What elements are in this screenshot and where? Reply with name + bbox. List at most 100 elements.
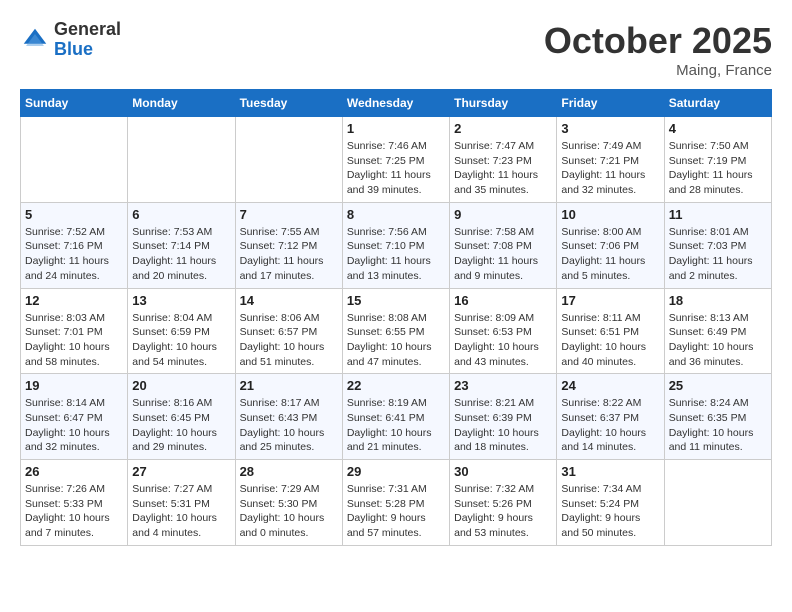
calendar-cell [664, 460, 771, 546]
day-info: Sunrise: 7:31 AM Sunset: 5:28 PM Dayligh… [347, 482, 445, 541]
day-number: 19 [25, 378, 123, 393]
day-info: Sunrise: 7:56 AM Sunset: 7:10 PM Dayligh… [347, 225, 445, 284]
calendar-table: Sunday Monday Tuesday Wednesday Thursday… [20, 89, 772, 546]
calendar-cell: 16 Sunrise: 8:09 AM Sunset: 6:53 PM Dayli… [450, 288, 557, 374]
calendar-cell: 25Sunrise: 8:24 AM Sunset: 6:35 PM Dayli… [664, 374, 771, 460]
week-row-4: 19 Sunrise: 8:14 AM Sunset: 6:47 PM Dayli… [21, 374, 772, 460]
calendar-cell: 1Sunrise: 7:46 AM Sunset: 7:25 PM Daylig… [342, 117, 449, 203]
day-number: 9 [454, 207, 552, 222]
week-row-5: 26 Sunrise: 7:26 AM Sunset: 5:33 PM Dayli… [21, 460, 772, 546]
logo-blue-text: Blue [54, 40, 121, 60]
day-number: 2 [454, 121, 552, 136]
calendar-cell: 10 Sunrise: 8:00 AM Sunset: 7:06 PM Dayli… [557, 202, 664, 288]
day-number: 13 [132, 293, 230, 308]
day-info: Sunrise: 8:06 AM Sunset: 6:57 PM Dayligh… [240, 311, 338, 370]
col-tuesday: Tuesday [235, 90, 342, 117]
calendar-cell: 14 Sunrise: 8:06 AM Sunset: 6:57 PM Dayli… [235, 288, 342, 374]
day-number: 27 [132, 464, 230, 479]
calendar-cell: 31 Sunrise: 7:34 AM Sunset: 5:24 PM Dayli… [557, 460, 664, 546]
day-number: 15 [347, 293, 445, 308]
calendar-cell: 13Sunrise: 8:04 AM Sunset: 6:59 PM Dayli… [128, 288, 235, 374]
day-number: 16 [454, 293, 552, 308]
col-monday: Monday [128, 90, 235, 117]
week-row-1: 1Sunrise: 7:46 AM Sunset: 7:25 PM Daylig… [21, 117, 772, 203]
day-number: 12 [25, 293, 123, 308]
month-title: October 2025 [544, 20, 772, 62]
page-header: General Blue October 2025 Maing, France [20, 20, 772, 79]
day-number: 17 [561, 293, 659, 308]
col-sunday: Sunday [21, 90, 128, 117]
calendar-cell: 7 Sunrise: 7:55 AM Sunset: 7:12 PM Daylig… [235, 202, 342, 288]
day-number: 26 [25, 464, 123, 479]
calendar-cell: 23Sunrise: 8:21 AM Sunset: 6:39 PM Dayli… [450, 374, 557, 460]
calendar-cell: 15 Sunrise: 8:08 AM Sunset: 6:55 PM Dayli… [342, 288, 449, 374]
calendar-cell: 30Sunrise: 7:32 AM Sunset: 5:26 PM Dayli… [450, 460, 557, 546]
day-number: 8 [347, 207, 445, 222]
col-wednesday: Wednesday [342, 90, 449, 117]
col-saturday: Saturday [664, 90, 771, 117]
day-number: 10 [561, 207, 659, 222]
day-number: 14 [240, 293, 338, 308]
calendar-cell: 4 Sunrise: 7:50 AM Sunset: 7:19 PM Daylig… [664, 117, 771, 203]
week-row-2: 5Sunrise: 7:52 AM Sunset: 7:16 PM Daylig… [21, 202, 772, 288]
day-info: Sunrise: 8:17 AM Sunset: 6:43 PM Dayligh… [240, 396, 338, 455]
calendar-cell: 11 Sunrise: 8:01 AM Sunset: 7:03 PM Dayli… [664, 202, 771, 288]
logo-general-text: General [54, 20, 121, 40]
day-info: Sunrise: 8:13 AM Sunset: 6:49 PM Dayligh… [669, 311, 767, 370]
calendar-cell: 17 Sunrise: 8:11 AM Sunset: 6:51 PM Dayli… [557, 288, 664, 374]
day-info: Sunrise: 7:26 AM Sunset: 5:33 PM Dayligh… [25, 482, 123, 541]
calendar-cell: 8 Sunrise: 7:56 AM Sunset: 7:10 PM Daylig… [342, 202, 449, 288]
calendar-cell: 26 Sunrise: 7:26 AM Sunset: 5:33 PM Dayli… [21, 460, 128, 546]
day-info: Sunrise: 7:50 AM Sunset: 7:19 PM Dayligh… [669, 139, 767, 198]
logo-icon [20, 25, 50, 55]
day-number: 4 [669, 121, 767, 136]
calendar-cell: 24 Sunrise: 8:22 AM Sunset: 6:37 PM Dayli… [557, 374, 664, 460]
calendar-header-row: Sunday Monday Tuesday Wednesday Thursday… [21, 90, 772, 117]
day-number: 11 [669, 207, 767, 222]
week-row-3: 12Sunrise: 8:03 AM Sunset: 7:01 PM Dayli… [21, 288, 772, 374]
title-block: October 2025 Maing, France [544, 20, 772, 79]
day-number: 21 [240, 378, 338, 393]
calendar-cell: 18 Sunrise: 8:13 AM Sunset: 6:49 PM Dayli… [664, 288, 771, 374]
day-number: 31 [561, 464, 659, 479]
day-info: Sunrise: 8:00 AM Sunset: 7:06 PM Dayligh… [561, 225, 659, 284]
day-number: 30 [454, 464, 552, 479]
day-info: Sunrise: 8:22 AM Sunset: 6:37 PM Dayligh… [561, 396, 659, 455]
day-info: Sunrise: 8:11 AM Sunset: 6:51 PM Dayligh… [561, 311, 659, 370]
day-info: Sunrise: 8:01 AM Sunset: 7:03 PM Dayligh… [669, 225, 767, 284]
day-number: 6 [132, 207, 230, 222]
calendar-cell: 22Sunrise: 8:19 AM Sunset: 6:41 PM Dayli… [342, 374, 449, 460]
calendar-cell: 3Sunrise: 7:49 AM Sunset: 7:21 PM Daylig… [557, 117, 664, 203]
calendar-cell [21, 117, 128, 203]
calendar-cell [235, 117, 342, 203]
day-number: 28 [240, 464, 338, 479]
day-number: 25 [669, 378, 767, 393]
day-info: Sunrise: 7:47 AM Sunset: 7:23 PM Dayligh… [454, 139, 552, 198]
calendar-cell: 29 Sunrise: 7:31 AM Sunset: 5:28 PM Dayli… [342, 460, 449, 546]
day-info: Sunrise: 7:29 AM Sunset: 5:30 PM Dayligh… [240, 482, 338, 541]
day-number: 1 [347, 121, 445, 136]
calendar-cell [128, 117, 235, 203]
day-info: Sunrise: 7:27 AM Sunset: 5:31 PM Dayligh… [132, 482, 230, 541]
day-info: Sunrise: 8:09 AM Sunset: 6:53 PM Dayligh… [454, 311, 552, 370]
location: Maing, France [544, 62, 772, 79]
day-info: Sunrise: 8:16 AM Sunset: 6:45 PM Dayligh… [132, 396, 230, 455]
col-thursday: Thursday [450, 90, 557, 117]
logo: General Blue [20, 20, 121, 60]
day-info: Sunrise: 7:49 AM Sunset: 7:21 PM Dayligh… [561, 139, 659, 198]
day-number: 7 [240, 207, 338, 222]
calendar-cell: 21 Sunrise: 8:17 AM Sunset: 6:43 PM Dayli… [235, 374, 342, 460]
day-number: 18 [669, 293, 767, 308]
day-info: Sunrise: 7:34 AM Sunset: 5:24 PM Dayligh… [561, 482, 659, 541]
calendar-cell: 2 Sunrise: 7:47 AM Sunset: 7:23 PM Daylig… [450, 117, 557, 203]
calendar-cell: 19 Sunrise: 8:14 AM Sunset: 6:47 PM Dayli… [21, 374, 128, 460]
day-info: Sunrise: 7:55 AM Sunset: 7:12 PM Dayligh… [240, 225, 338, 284]
day-info: Sunrise: 8:19 AM Sunset: 6:41 PM Dayligh… [347, 396, 445, 455]
day-info: Sunrise: 8:08 AM Sunset: 6:55 PM Dayligh… [347, 311, 445, 370]
calendar-cell: 6Sunrise: 7:53 AM Sunset: 7:14 PM Daylig… [128, 202, 235, 288]
day-number: 29 [347, 464, 445, 479]
day-number: 24 [561, 378, 659, 393]
calendar-cell: 5Sunrise: 7:52 AM Sunset: 7:16 PM Daylig… [21, 202, 128, 288]
calendar-cell: 20Sunrise: 8:16 AM Sunset: 6:45 PM Dayli… [128, 374, 235, 460]
day-info: Sunrise: 8:14 AM Sunset: 6:47 PM Dayligh… [25, 396, 123, 455]
